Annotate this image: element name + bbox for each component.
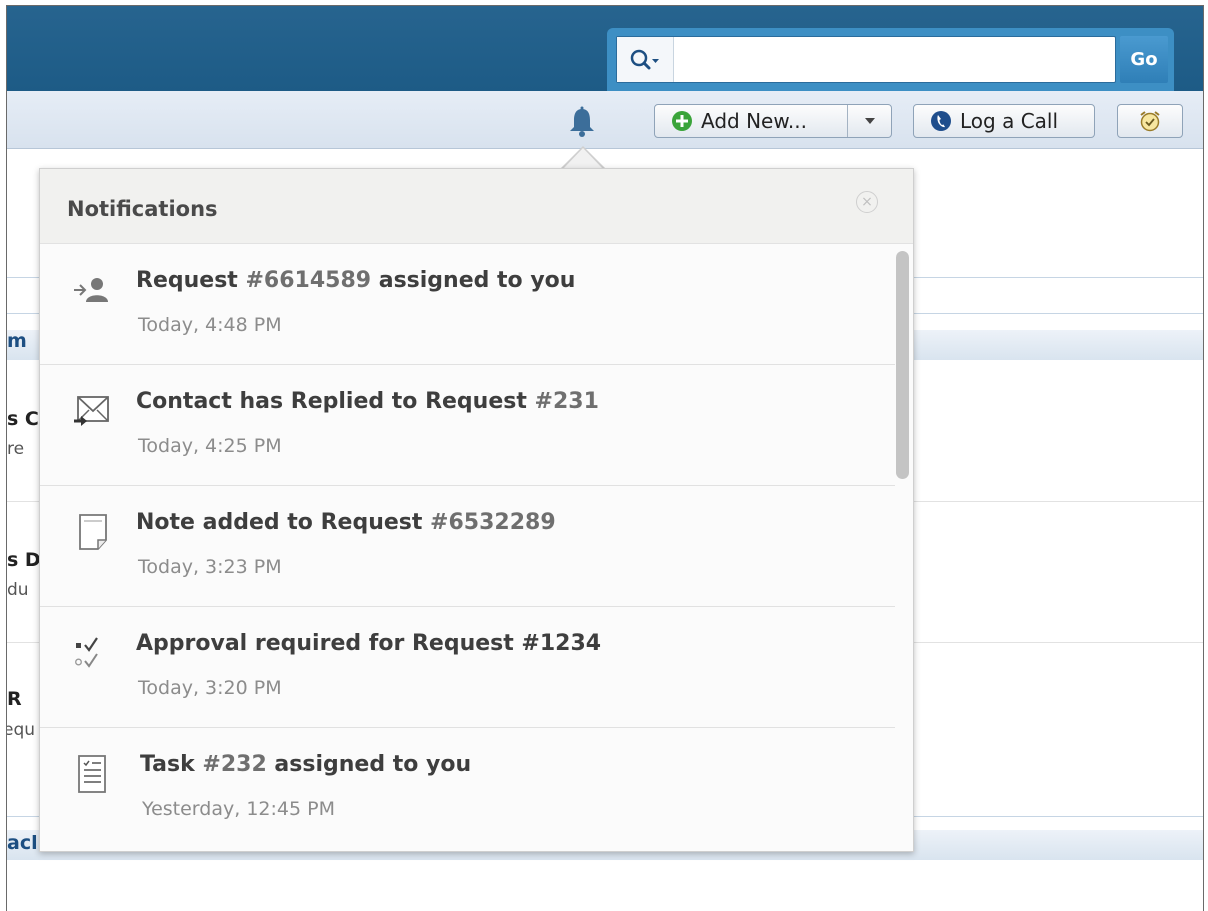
notification-list: Request #6614589 assigned to you Today, … xyxy=(40,244,895,849)
notification-time: Today, 3:20 PM xyxy=(138,677,282,699)
search-input[interactable] xyxy=(677,37,1111,82)
timer-button[interactable] xyxy=(1117,104,1183,138)
log-a-call-button[interactable]: Log a Call xyxy=(913,104,1095,138)
search-area: Go xyxy=(607,28,1174,91)
popup-pointer-inner xyxy=(563,148,603,169)
notifications-popup: Notifications × Request #6614589 assigne… xyxy=(39,168,914,852)
bg-section-title: acl xyxy=(7,832,38,854)
notification-item[interactable]: Contact has Replied to Request #231 Toda… xyxy=(40,365,895,486)
search-box xyxy=(616,36,1116,83)
notification-item[interactable]: Request #6614589 assigned to you Today, … xyxy=(40,244,895,365)
popup-header: Notifications × xyxy=(40,169,913,244)
notification-time: Today, 4:48 PM xyxy=(138,314,282,336)
chevron-down-icon xyxy=(864,118,875,124)
notification-item[interactable]: Approval required for Request #1234 Toda… xyxy=(40,607,895,728)
search-go-button[interactable]: Go xyxy=(1120,36,1168,83)
close-icon: × xyxy=(861,194,873,210)
add-circle-icon xyxy=(672,111,692,131)
assign-user-icon xyxy=(70,270,114,310)
close-button[interactable]: × xyxy=(856,191,878,213)
notification-time: Today, 3:23 PM xyxy=(138,556,282,578)
search-options-button[interactable] xyxy=(617,37,674,82)
notification-title: Request #6614589 assigned to you xyxy=(136,268,576,293)
notification-title: Task #232 assigned to you xyxy=(140,752,472,777)
log-a-call-label: Log a Call xyxy=(960,109,1059,133)
add-new-dropdown-toggle[interactable] xyxy=(848,117,891,125)
popup-title: Notifications xyxy=(67,197,218,221)
top-header: Go xyxy=(7,6,1203,91)
mail-reply-icon xyxy=(70,391,114,431)
notification-time: Yesterday, 12:45 PM xyxy=(142,798,335,820)
phone-icon xyxy=(931,111,951,131)
notifications-bell-button[interactable] xyxy=(564,104,600,140)
scrollbar[interactable] xyxy=(896,251,909,479)
note-icon xyxy=(70,512,114,552)
notification-time: Today, 4:25 PM xyxy=(138,435,282,457)
notification-item[interactable]: Note added to Request #6532289 Today, 3:… xyxy=(40,486,895,607)
task-list-icon xyxy=(70,754,114,794)
bg-item-title: s D xyxy=(7,549,41,571)
bg-item-sub: equ xyxy=(6,720,36,740)
bg-item-sub: du xyxy=(7,580,29,600)
notification-title: Contact has Replied to Request #231 xyxy=(136,389,599,414)
approval-checklist-icon xyxy=(70,633,114,673)
toolbar: Add New... Log a Call xyxy=(7,91,1203,149)
search-icon xyxy=(630,49,659,69)
notification-title: Approval required for Request #1234 xyxy=(136,631,602,656)
bg-section-title: m xyxy=(7,330,27,352)
bell-icon xyxy=(570,106,594,137)
add-new-label: Add New... xyxy=(701,109,807,133)
alarm-clock-icon xyxy=(1140,111,1160,132)
add-new-main[interactable]: Add New... xyxy=(655,105,848,137)
bg-item-title: s C xyxy=(7,408,39,430)
bg-item-title: R xyxy=(7,688,22,710)
notification-title: Note added to Request #6532289 xyxy=(136,510,556,535)
notification-item[interactable]: Task #232 assigned to you Yesterday, 12:… xyxy=(40,728,895,849)
add-new-button[interactable]: Add New... xyxy=(654,104,892,138)
bg-item-sub: re xyxy=(7,439,25,459)
